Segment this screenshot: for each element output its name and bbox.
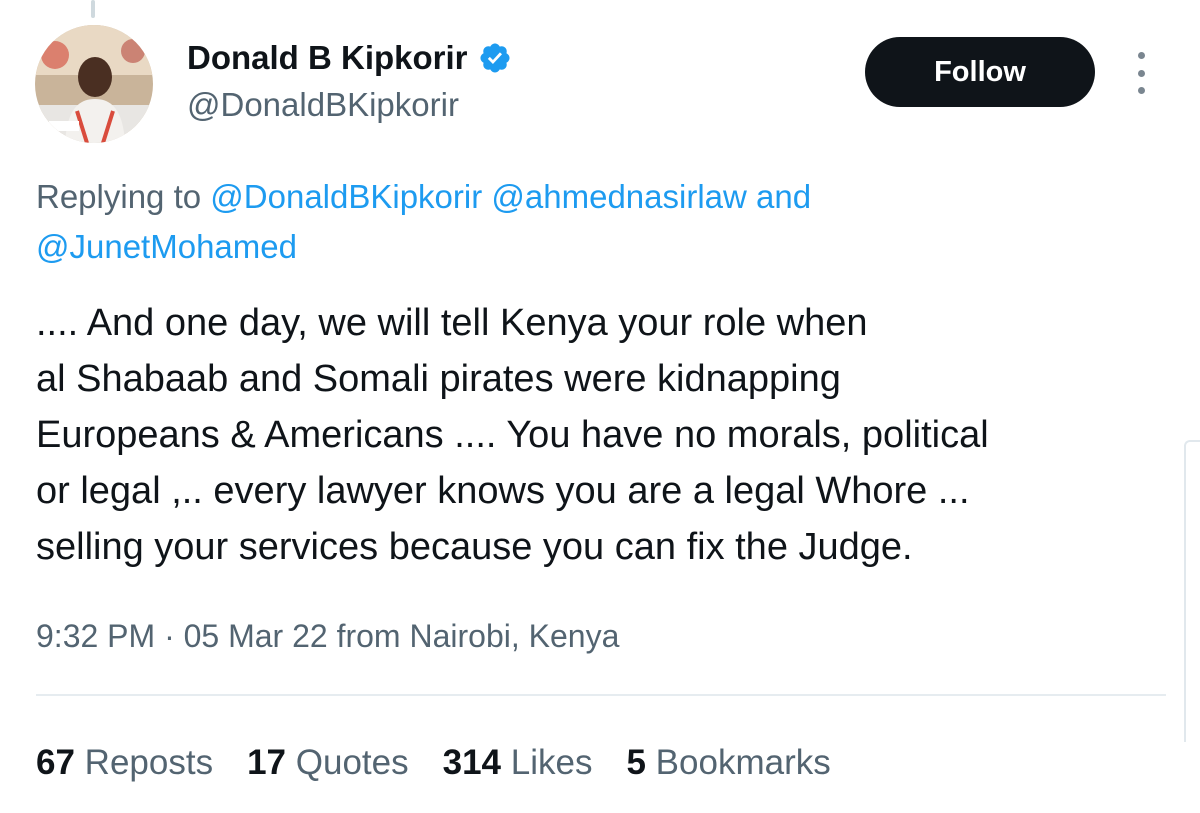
- author-name-row: Donald B Kipkorir: [187, 38, 512, 78]
- more-dot: [1137, 69, 1145, 77]
- stat-count: 5: [626, 743, 646, 782]
- avatar[interactable]: [35, 25, 153, 143]
- tweet-date-location: 05 Mar 22 from Nairobi, Kenya: [183, 618, 620, 654]
- mention-link[interactable]: @DonaldBKipkorir: [210, 178, 482, 215]
- author-display-name[interactable]: Donald B Kipkorir: [187, 38, 468, 78]
- stat-reposts[interactable]: 67 Reposts: [36, 740, 213, 786]
- more-dot: [1137, 52, 1145, 59]
- divider: [36, 694, 1166, 696]
- more-dot: [1137, 87, 1145, 94]
- stat-label: Quotes: [295, 743, 409, 782]
- scroll-edge-decoration: [1184, 440, 1200, 742]
- timestamp-separator: ·: [164, 618, 175, 654]
- reply-prefix: Replying to: [36, 178, 202, 215]
- stat-likes[interactable]: 314 Likes: [443, 740, 593, 786]
- verified-badge-icon: [478, 41, 512, 75]
- author-handle[interactable]: @DonaldBKipkorir: [187, 85, 459, 125]
- stat-label: Likes: [510, 743, 593, 782]
- tweet-time: 9:32 PM: [36, 618, 156, 654]
- stat-bookmarks[interactable]: 5 Bookmarks: [626, 740, 830, 786]
- mention-link[interactable]: @JunetMohamed: [36, 228, 297, 265]
- more-vertical-icon[interactable]: [1128, 52, 1154, 94]
- stat-label: Bookmarks: [655, 743, 831, 782]
- stat-label: Reposts: [84, 743, 214, 782]
- avatar-image: [35, 25, 153, 143]
- tweet-timestamp[interactable]: 9:32 PM · 05 Mar 22 from Nairobi, Kenya: [36, 614, 619, 658]
- follow-button[interactable]: Follow: [865, 37, 1095, 107]
- stat-quotes[interactable]: 17 Quotes: [247, 740, 409, 786]
- tweet-text: .... And one day, we will tell Kenya you…: [36, 302, 989, 568]
- stat-count: 314: [442, 743, 502, 782]
- thread-connector-line: [91, 0, 95, 18]
- mention-link[interactable]: @ahmednasirlaw: [491, 178, 746, 215]
- reply-conjunction[interactable]: and: [756, 178, 811, 215]
- reply-context: Replying to @DonaldBKipkorir @ahmednasir…: [36, 172, 1036, 272]
- engagement-stats: 67 Reposts 17 Quotes 314 Likes 5 Bookmar…: [36, 740, 831, 786]
- stat-count: 67: [36, 743, 75, 782]
- stat-count: 17: [247, 743, 287, 782]
